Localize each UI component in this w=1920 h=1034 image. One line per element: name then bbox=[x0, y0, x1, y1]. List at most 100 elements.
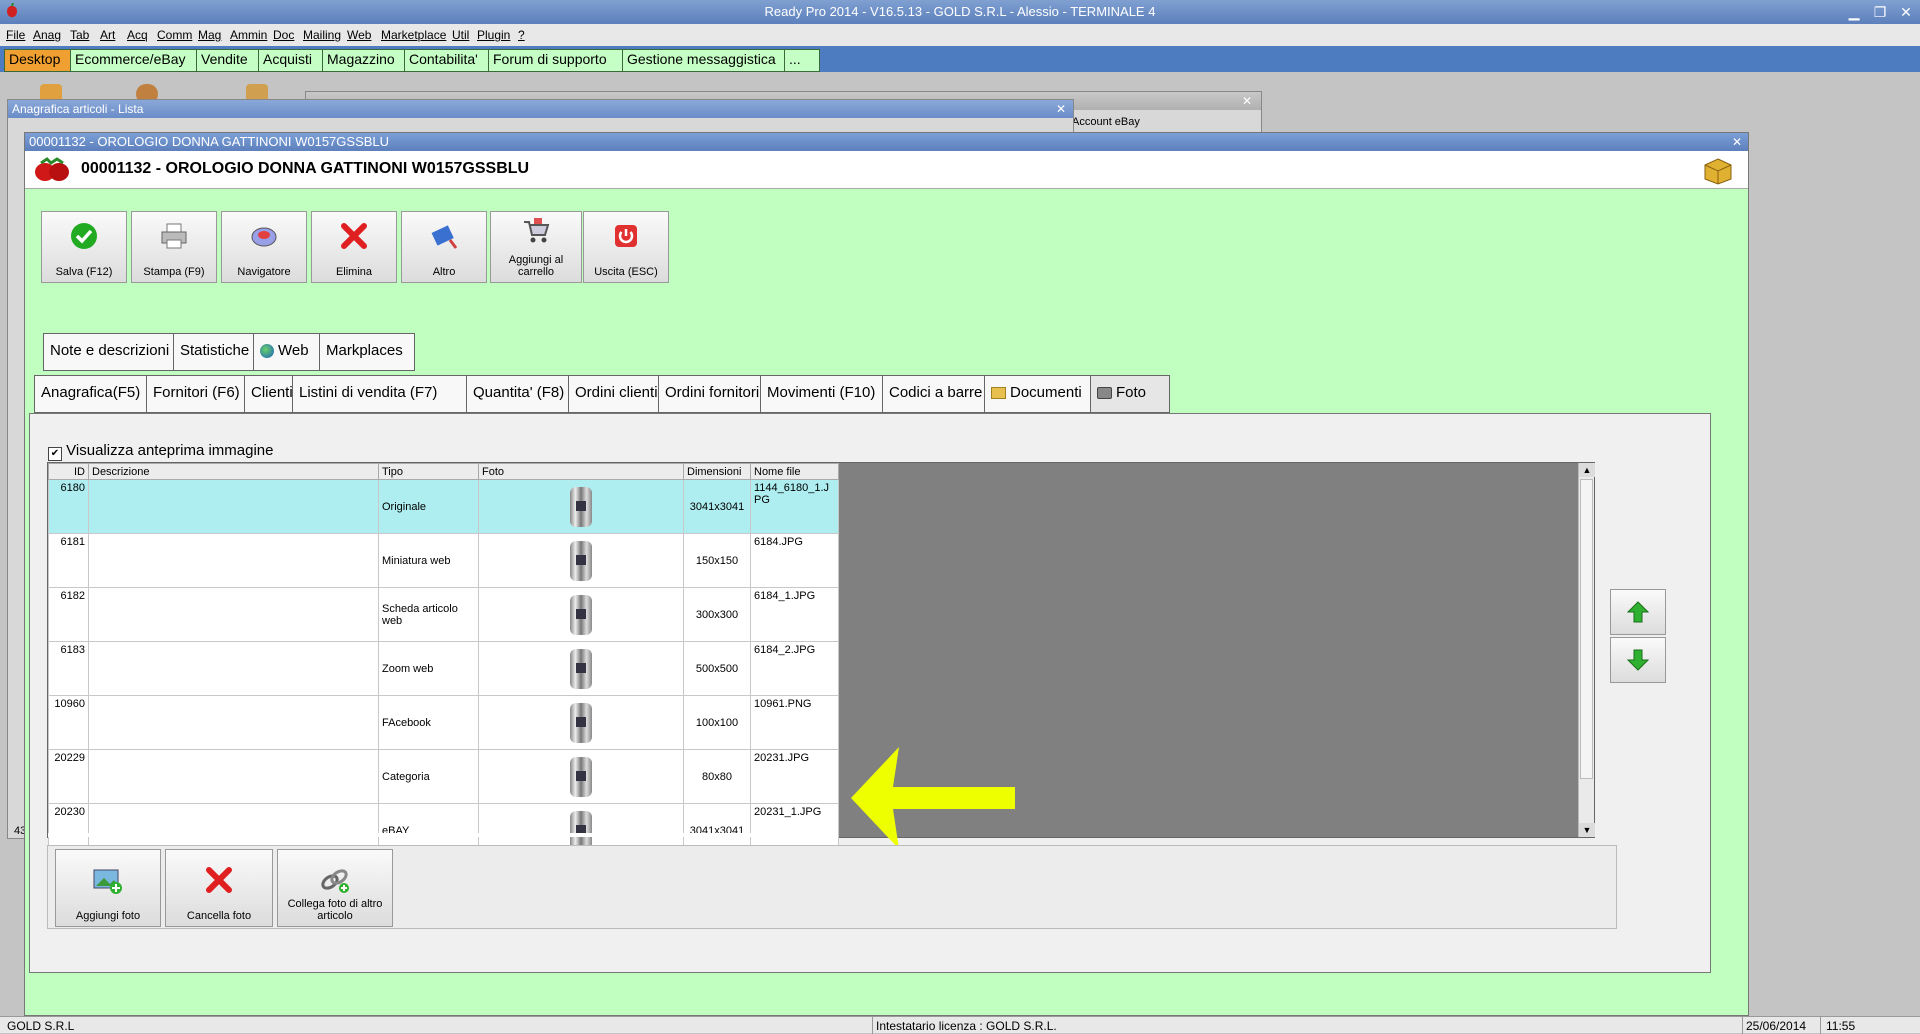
delete-photo-button[interactable]: Cancella foto bbox=[165, 849, 273, 927]
article-header: 00001132 - OROLOGIO DONNA GATTINONI W015… bbox=[25, 151, 1748, 189]
navigator-button[interactable]: Navigatore bbox=[221, 211, 307, 283]
link-photo-button[interactable]: Collega foto di altro articolo bbox=[277, 849, 393, 927]
print-button[interactable]: Stampa (F9) bbox=[131, 211, 217, 283]
green-arrow-up-icon bbox=[1626, 600, 1650, 624]
tab-quantita[interactable]: Quantita' (F8) bbox=[466, 375, 582, 413]
menu-art[interactable]: Art bbox=[100, 28, 115, 42]
task-contabilita[interactable]: Contabilita' bbox=[404, 49, 498, 72]
table-row[interactable]: 10960 FAcebook 100x100 10961.PNG bbox=[48, 695, 839, 750]
tab-codici-barre[interactable]: Codici a barre bbox=[882, 375, 998, 413]
menu-ammin[interactable]: Ammin bbox=[230, 28, 267, 42]
cell-id: 10960 bbox=[48, 695, 89, 750]
minimize-button[interactable]: ▁ bbox=[1842, 3, 1866, 21]
cell-id: 6180 bbox=[48, 479, 89, 534]
photo-grid: ID Descrizione Tipo Foto Dimensioni Nome… bbox=[47, 462, 1595, 858]
menu-web[interactable]: Web bbox=[347, 28, 371, 42]
menu-tab[interactable]: Tab bbox=[70, 28, 89, 42]
strawberry-logo-icon bbox=[33, 157, 71, 183]
green-arrow-down-icon bbox=[1626, 648, 1650, 672]
close-button[interactable]: ✕ bbox=[1894, 3, 1918, 21]
cell-foto bbox=[478, 479, 684, 534]
menu-mag[interactable]: Mag bbox=[198, 28, 221, 42]
table-row[interactable]: 6180 Originale 3041x3041 1144_6180_1.JPG bbox=[48, 479, 839, 534]
tab-fornitori[interactable]: Fornitori (F6) bbox=[146, 375, 258, 413]
cell-nome-file: 6184_1.JPG bbox=[750, 587, 839, 642]
cell-descrizione bbox=[88, 641, 379, 696]
status-time: 11:55 bbox=[1826, 1019, 1856, 1033]
task-desktop[interactable]: Desktop bbox=[4, 49, 80, 72]
tab-markplaces[interactable]: Markplaces bbox=[319, 333, 415, 371]
menu-marketplace[interactable]: Marketplace bbox=[381, 28, 446, 42]
tab-anagrafica[interactable]: Anagrafica(F5) bbox=[34, 375, 160, 413]
task-forum[interactable]: Forum di supporto bbox=[488, 49, 632, 72]
menu-comm[interactable]: Comm bbox=[157, 28, 192, 42]
cell-dimensioni: 100x100 bbox=[683, 695, 751, 750]
task-messaggistica[interactable]: Gestione messaggistica bbox=[622, 49, 794, 72]
status-divider bbox=[872, 1017, 873, 1034]
col-foto[interactable]: Foto bbox=[478, 463, 684, 480]
preview-checkbox-label: Visualizza anteprima immagine bbox=[66, 442, 274, 459]
tab-ordini-fornitori[interactable]: Ordini fornitori bbox=[658, 375, 774, 413]
menu-anag[interactable]: Anag bbox=[33, 28, 61, 42]
menu-util[interactable]: Util bbox=[452, 28, 469, 42]
table-row[interactable]: 6181 Miniatura web 150x150 6184.JPG bbox=[48, 533, 839, 588]
close-icon[interactable]: ✕ bbox=[1732, 135, 1742, 149]
col-tipo[interactable]: Tipo bbox=[378, 463, 479, 480]
save-button[interactable]: Salva (F12) bbox=[41, 211, 127, 283]
close-icon[interactable]: ✕ bbox=[1242, 94, 1252, 108]
add-photo-button[interactable]: Aggiungi foto bbox=[55, 849, 161, 927]
col-id[interactable]: ID bbox=[48, 463, 89, 480]
col-descrizione[interactable]: Descrizione bbox=[88, 463, 379, 480]
cell-foto bbox=[478, 749, 684, 804]
cell-tipo: Categoria bbox=[378, 749, 479, 804]
close-icon[interactable]: ✕ bbox=[1056, 102, 1066, 116]
cell-foto bbox=[478, 587, 684, 642]
col-dimensioni[interactable]: Dimensioni bbox=[683, 463, 751, 480]
folder-icon bbox=[991, 387, 1006, 400]
menu-file[interactable]: File bbox=[6, 28, 25, 42]
delete-button[interactable]: Elimina bbox=[311, 211, 397, 283]
cart-icon bbox=[522, 216, 550, 244]
task-magazzino[interactable]: Magazzino bbox=[322, 49, 414, 72]
menu-plugin[interactable]: Plugin bbox=[477, 28, 510, 42]
tab-note-descrizioni[interactable]: Note e descrizioni bbox=[43, 333, 187, 371]
other-label: Altro bbox=[432, 266, 456, 278]
task-ecommerce[interactable]: Ecommerce/eBay bbox=[70, 49, 206, 72]
menu-mailing[interactable]: Mailing bbox=[303, 28, 341, 42]
cell-foto bbox=[478, 641, 684, 696]
tab-foto-label: Foto bbox=[1116, 384, 1147, 401]
preview-checkbox[interactable]: ✔ Visualizza anteprima immagine bbox=[48, 442, 274, 461]
cell-id: 20229 bbox=[48, 749, 89, 804]
table-row[interactable]: 20229 Categoria 80x80 20231.JPG bbox=[48, 749, 839, 804]
menu-acq[interactable]: Acq bbox=[127, 28, 148, 42]
grid-vertical-scrollbar[interactable]: ▲ ▼ bbox=[1578, 463, 1595, 837]
menu-help[interactable]: ? bbox=[518, 28, 525, 42]
tab-ordini-clienti[interactable]: Ordini clienti bbox=[568, 375, 672, 413]
menu-doc[interactable]: Doc bbox=[273, 28, 294, 42]
exit-button[interactable]: Uscita (ESC) bbox=[583, 211, 669, 283]
status-divider bbox=[1820, 1017, 1821, 1034]
cell-nome-file: 6184.JPG bbox=[750, 533, 839, 588]
other-button[interactable]: Altro bbox=[401, 211, 487, 283]
tab-movimenti[interactable]: Movimenti (F10) bbox=[760, 375, 896, 413]
scroll-up-arrow-icon[interactable]: ▲ bbox=[1579, 463, 1595, 477]
tab-foto[interactable]: Foto bbox=[1090, 375, 1170, 413]
menu-bar: File Anag Tab Art Acq Comm Mag Ammin Doc… bbox=[0, 24, 1920, 46]
scroll-down-arrow-icon[interactable]: ▼ bbox=[1579, 823, 1595, 837]
task-more[interactable]: ... bbox=[784, 49, 820, 72]
scroll-thumb[interactable] bbox=[1580, 479, 1593, 779]
add-cart-button[interactable]: Aggiungi al carrello bbox=[490, 211, 582, 283]
move-up-button[interactable] bbox=[1610, 589, 1666, 635]
restore-button[interactable]: ❐ bbox=[1868, 3, 1892, 21]
table-row[interactable]: 6182 Scheda articolo web 300x300 6184_1.… bbox=[48, 587, 839, 642]
print-label: Stampa (F9) bbox=[143, 266, 205, 278]
tab-listini[interactable]: Listini di vendita (F7) bbox=[292, 375, 480, 413]
tab-documenti[interactable]: Documenti bbox=[984, 375, 1104, 413]
delete-photo-label: Cancella foto bbox=[186, 910, 252, 922]
table-row[interactable]: 6183 Zoom web 500x500 6184_2.JPG bbox=[48, 641, 839, 696]
red-x-icon bbox=[203, 866, 235, 894]
red-x-icon bbox=[340, 222, 368, 250]
col-nome-file[interactable]: Nome file bbox=[750, 463, 839, 480]
move-down-button[interactable] bbox=[1610, 637, 1666, 683]
task-acquisti[interactable]: Acquisti bbox=[258, 49, 332, 72]
